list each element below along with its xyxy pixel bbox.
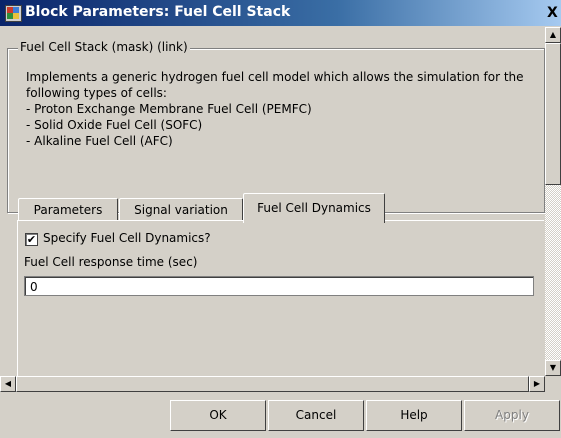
vertical-scrollbar[interactable]: ▲ ▼: [545, 27, 561, 376]
description-line: - Proton Exchange Membrane Fuel Cell (PE…: [26, 102, 312, 116]
simulink-app-icon: [5, 5, 22, 22]
tab-parameters[interactable]: Parameters: [18, 198, 118, 221]
tab-signal-variation[interactable]: Signal variation: [119, 198, 243, 221]
help-button[interactable]: Help: [366, 400, 462, 431]
description-line: - Alkaline Fuel Cell (AFC): [26, 134, 173, 148]
vertical-scroll-thumb[interactable]: [545, 43, 561, 185]
title-bar[interactable]: Block Parameters: Fuel Cell Stack X: [0, 0, 561, 26]
window-title: Block Parameters: Fuel Cell Stack: [25, 4, 291, 20]
cancel-button[interactable]: Cancel: [268, 400, 364, 431]
description-line: - Solid Oxide Fuel Cell (SOFC): [26, 118, 203, 132]
tab-panel: [17, 220, 544, 376]
scroll-right-icon[interactable]: ▶: [529, 376, 545, 392]
horizontal-scroll-thumb[interactable]: [16, 376, 529, 392]
ok-button[interactable]: OK: [170, 400, 266, 431]
description-line: Implements a generic hydrogen fuel cell …: [26, 70, 524, 84]
group-legend: Fuel Cell Stack (mask) (link): [18, 40, 190, 54]
block-description: Implements a generic hydrogen fuel cell …: [26, 69, 536, 149]
scroll-left-icon[interactable]: ◀: [0, 376, 16, 392]
horizontal-scrollbar[interactable]: ◀ ▶: [0, 376, 545, 392]
apply-button: Apply: [464, 400, 560, 431]
scrollbar-corner: [545, 376, 561, 392]
close-icon[interactable]: X: [547, 4, 561, 22]
description-line: following types of cells:: [26, 86, 167, 100]
tab-fuel-cell-dynamics[interactable]: Fuel Cell Dynamics: [243, 193, 385, 223]
scroll-down-icon[interactable]: ▼: [545, 360, 561, 376]
scroll-up-icon[interactable]: ▲: [545, 27, 561, 43]
dialog-content: Fuel Cell Stack (mask) (link) Implements…: [0, 27, 545, 376]
